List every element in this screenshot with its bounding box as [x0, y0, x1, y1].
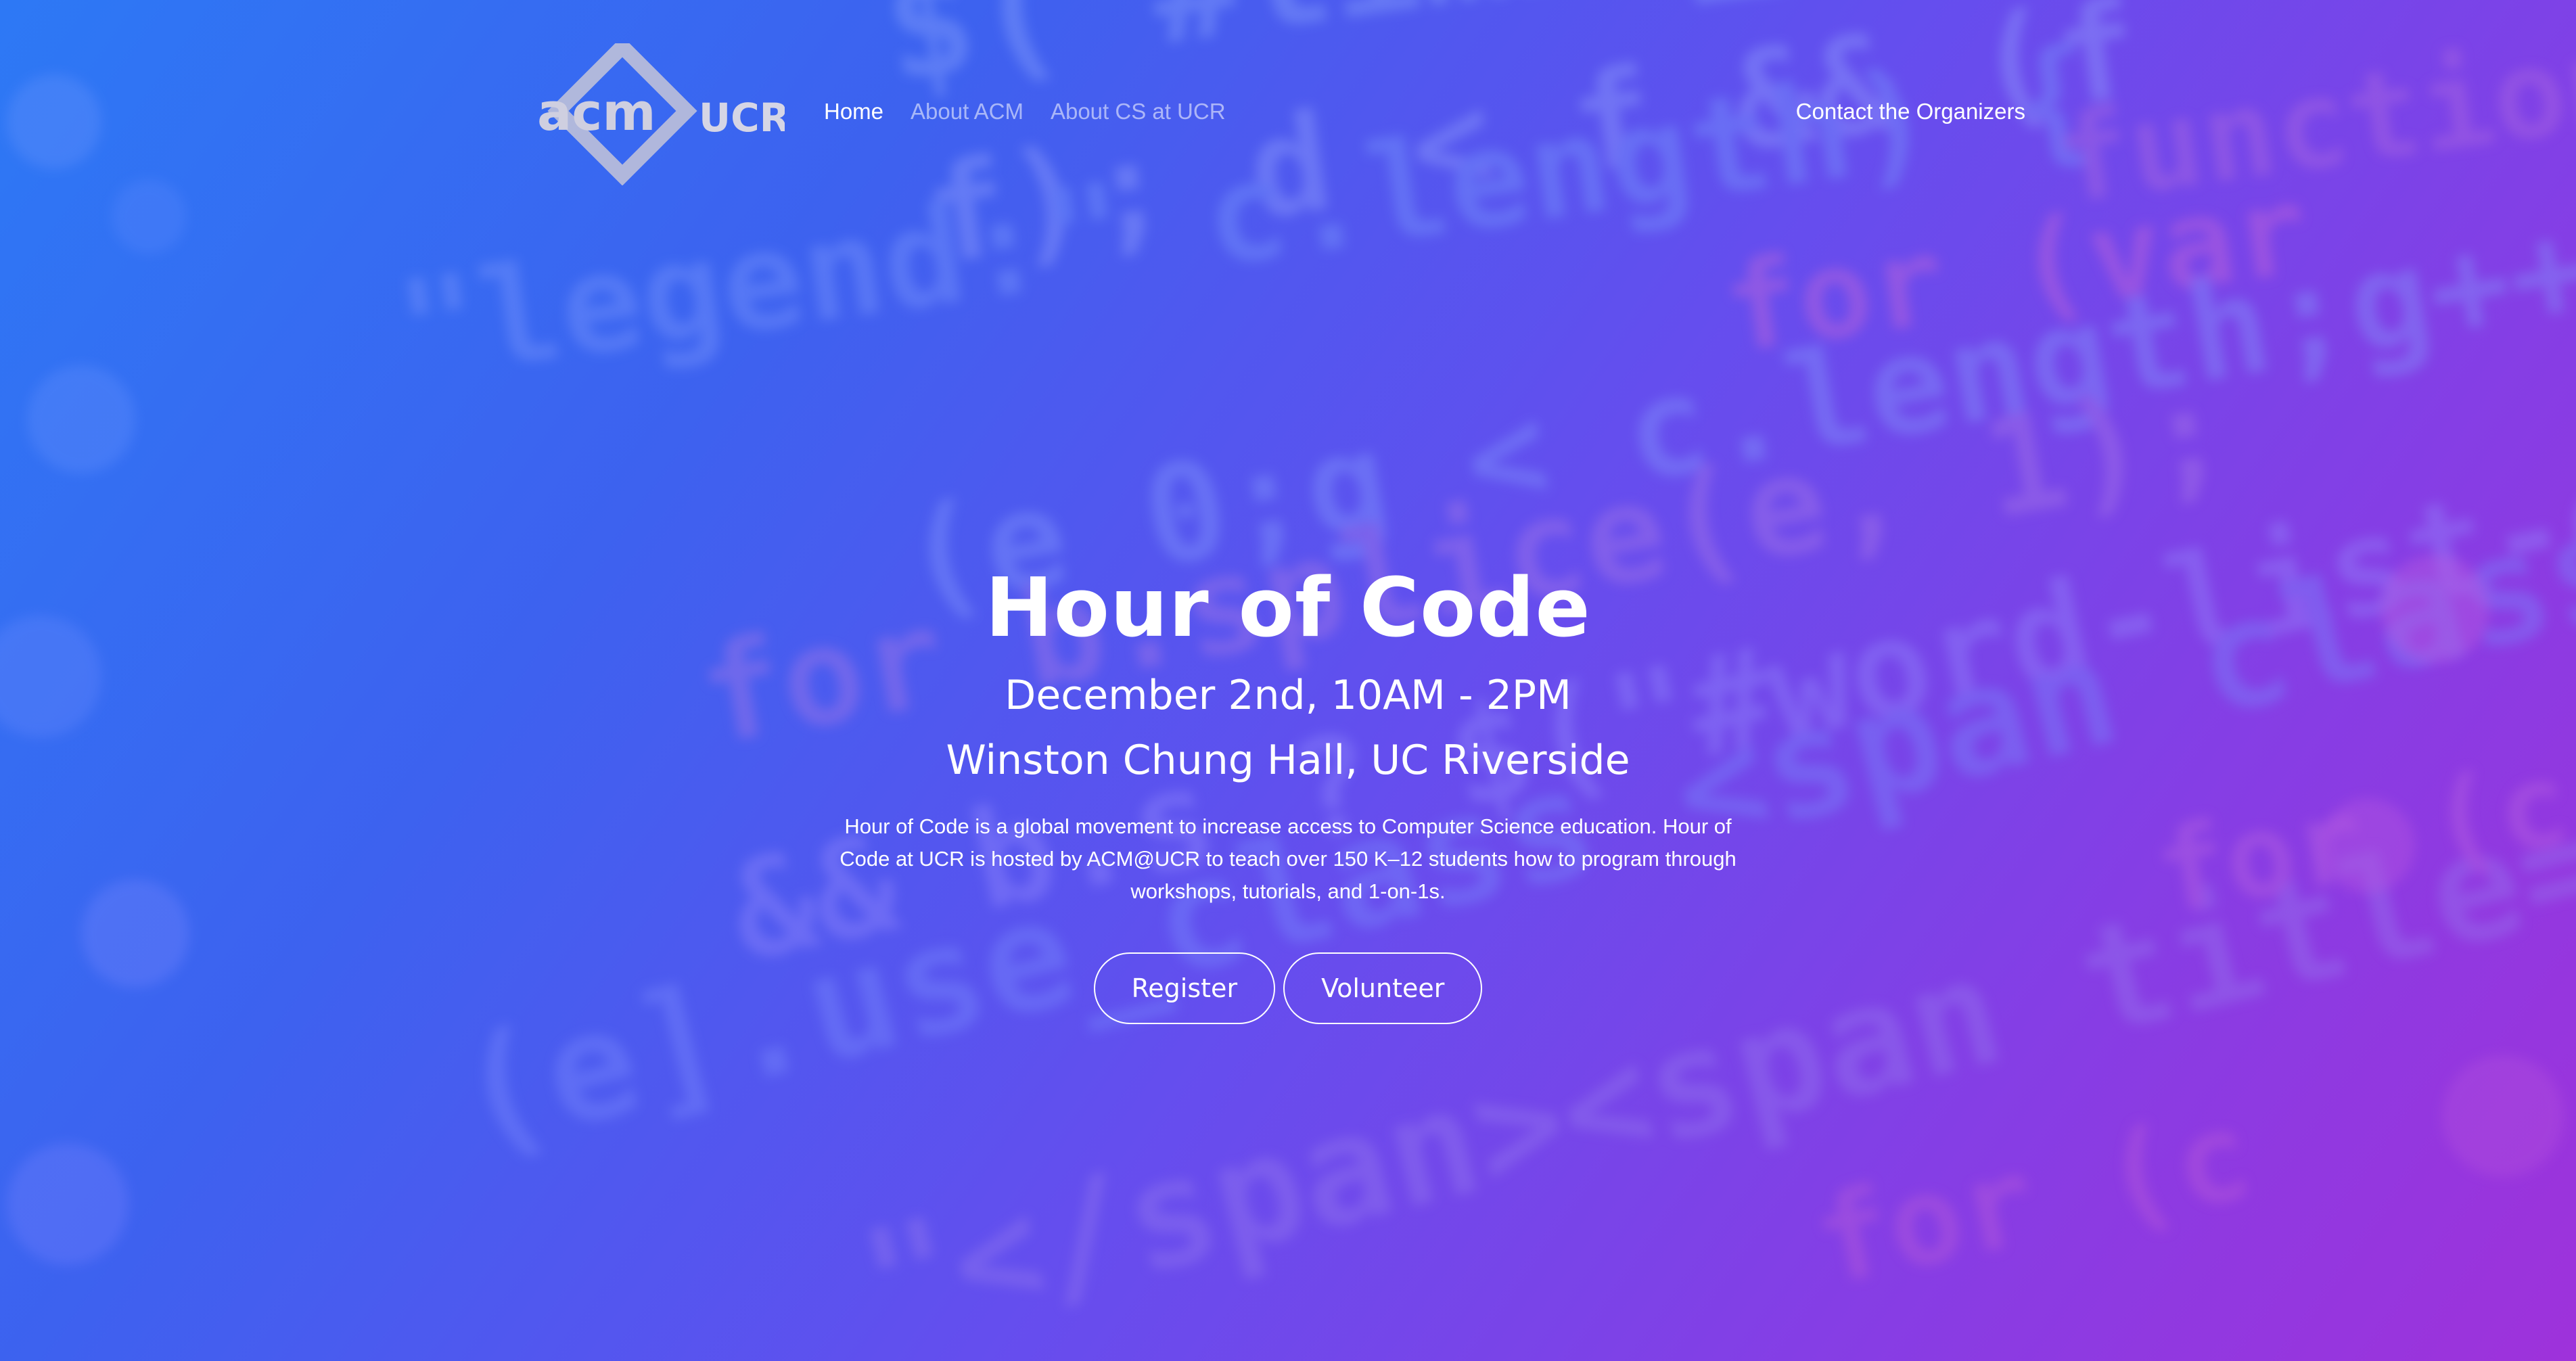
acm-ucr-logo[interactable]: acm UCR — [534, 43, 785, 185]
nav-link-home[interactable]: Home — [824, 99, 883, 124]
cta-buttons: Register Volunteer — [0, 952, 2576, 1024]
event-date: December 2nd, 10AM - 2PM — [1005, 672, 1571, 719]
register-button[interactable]: Register — [1093, 952, 1276, 1024]
nav-link-about-acm[interactable]: About ACM — [911, 99, 1024, 124]
acm-diamond-logo-icon: acm UCR — [537, 43, 785, 185]
page-title: Hour of Code — [985, 561, 1591, 655]
hero-content: Hour of Code December 2nd, 10AM - 2PM Wi… — [0, 555, 2576, 1024]
top-navbar: acm UCR Home About ACM About CS at UCR C… — [0, 0, 2576, 203]
event-description: Hour of Code is a global movement to inc… — [840, 814, 1736, 903]
event-location: Winston Chung Hall, UC Riverside — [946, 737, 1630, 784]
nav-links: Home About ACM About CS at UCR — [824, 99, 1226, 124]
svg-text:UCR: UCR — [699, 95, 785, 141]
contact-organizers-link[interactable]: Contact the Organizers — [1796, 99, 2025, 124]
nav-link-about-cs[interactable]: About CS at UCR — [1051, 99, 1226, 124]
svg-text:acm: acm — [537, 82, 656, 142]
volunteer-button[interactable]: Volunteer — [1283, 952, 1483, 1024]
